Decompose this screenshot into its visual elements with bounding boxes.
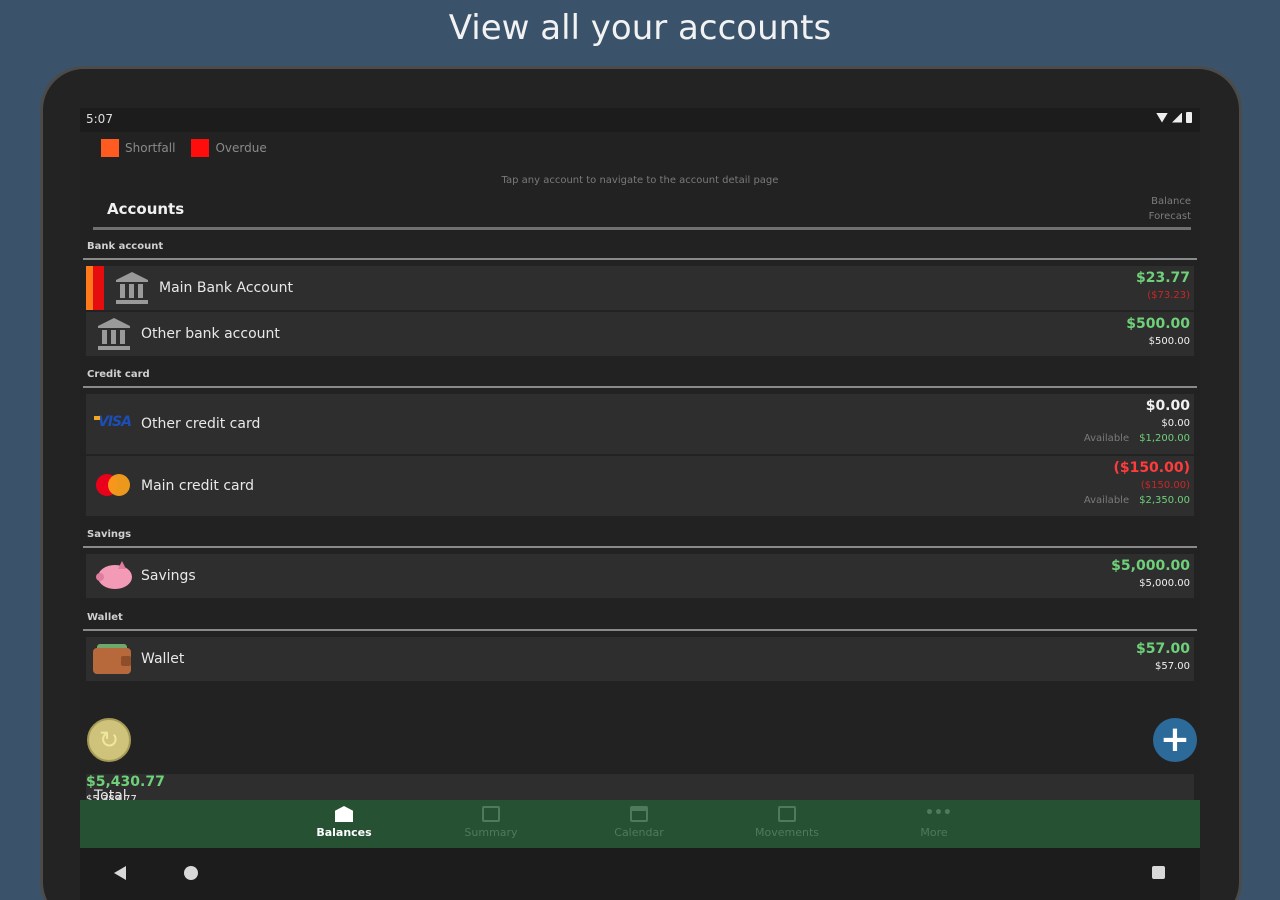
nav-summary[interactable]: Summary — [443, 806, 539, 839]
account-balance: ($150.00) — [1113, 460, 1190, 476]
status-bar: 5:07 — [80, 108, 1200, 132]
promo-headline: View all your accounts — [448, 8, 832, 48]
available-amount: $1,200.00 — [1139, 433, 1190, 444]
legend-overdue: Overdue — [191, 139, 267, 157]
section-savings-label: Savings — [87, 529, 132, 540]
account-name: Main Bank Account — [159, 280, 294, 296]
column-labels: Balance Forecast — [1149, 194, 1191, 224]
refresh-icon: ↻ — [98, 726, 120, 754]
plus-icon: + — [1159, 719, 1191, 760]
account-balance: $5,000.00 — [1111, 558, 1190, 574]
account-values: $0.00 $0.00 Available $1,200.00 — [1084, 398, 1190, 444]
hint-text: Tap any account to navigate to the accou… — [501, 175, 779, 186]
section-divider — [83, 629, 1197, 631]
nav-more[interactable]: ••• More — [886, 806, 982, 839]
section-wallet-label: Wallet — [87, 612, 123, 623]
forecast-column-label: Forecast — [1148, 211, 1191, 222]
system-navigation-bar — [80, 848, 1200, 900]
account-balance: $500.00 — [1126, 316, 1190, 332]
legend-shortfall-label: Shortfall — [125, 141, 176, 155]
recent-apps-icon[interactable] — [1152, 866, 1165, 879]
nav-label: Movements — [755, 826, 819, 839]
add-account-button[interactable]: + — [1153, 718, 1197, 762]
available-label: Available — [1083, 495, 1130, 506]
legend: Shortfall Overdue — [101, 139, 275, 157]
app-screen: 5:07 Shortfall Overdue Tap any account t… — [80, 108, 1200, 900]
calendar-icon — [630, 806, 648, 822]
account-balance: $0.00 — [1145, 398, 1190, 414]
account-balance: $57.00 — [1135, 641, 1190, 657]
status-icons — [1156, 112, 1192, 123]
wifi-icon — [1156, 112, 1168, 123]
account-name: Main credit card — [141, 478, 255, 494]
account-forecast: $5,000.00 — [1139, 578, 1190, 589]
account-forecast: $57.00 — [1155, 661, 1190, 672]
bank-icon — [335, 806, 353, 822]
account-name: Other credit card — [141, 416, 261, 432]
total-balance: $5,430.77 — [86, 774, 165, 790]
section-credit-label: Credit card — [87, 369, 150, 380]
account-values: ($150.00) ($150.00) Available $2,350.00 — [1084, 460, 1190, 506]
battery-icon — [1186, 112, 1192, 123]
legend-overdue-label: Overdue — [215, 141, 267, 155]
account-row-savings[interactable]: Savings $5,000.00 $5,000.00 — [86, 554, 1194, 598]
balance-column-label: Balance — [1151, 196, 1191, 207]
refresh-button[interactable]: ↻ — [87, 718, 131, 762]
available-amount: $2,350.00 — [1139, 495, 1190, 506]
account-row-main-credit[interactable]: Main credit card ($150.00) ($150.00) Ava… — [86, 456, 1194, 516]
signal-icon — [1172, 112, 1182, 123]
accounts-header: Accounts Balance Forecast — [93, 190, 1191, 230]
accounts-title: Accounts — [107, 200, 185, 218]
home-icon[interactable] — [184, 866, 198, 880]
account-values: $23.77 ($73.23) — [1136, 270, 1190, 301]
account-values: $57.00 $57.00 — [1136, 641, 1190, 672]
piggy-bank-icon — [96, 561, 134, 591]
account-forecast: ($150.00) — [1140, 480, 1190, 491]
shortfall-swatch — [101, 139, 119, 157]
account-values: $5,000.00 $5,000.00 — [1111, 558, 1190, 589]
account-available: Available $1,200.00 — [1084, 433, 1190, 444]
nav-label: Balances — [316, 826, 372, 839]
section-divider — [83, 546, 1197, 548]
bank-icon — [116, 272, 148, 304]
bank-icon — [98, 318, 130, 350]
bottom-navigation: Balances Summary Calendar Movements ••• … — [80, 800, 1200, 848]
overdue-indicator — [86, 266, 104, 310]
account-name: Other bank account — [141, 326, 280, 342]
nav-label: More — [920, 826, 948, 839]
account-row-other-credit[interactable]: VISA Other credit card $0.00 $0.00 Avail… — [86, 394, 1194, 454]
more-icon: ••• — [925, 805, 952, 821]
account-available: Available $2,350.00 — [1084, 495, 1190, 506]
wallet-icon — [93, 644, 131, 674]
nav-movements[interactable]: Movements — [739, 806, 835, 839]
account-forecast: ($73.23) — [1147, 290, 1190, 301]
nav-balances[interactable]: Balances — [296, 806, 392, 839]
balances-content: Shortfall Overdue Tap any account to nav… — [83, 132, 1197, 818]
account-forecast: $500.00 — [1148, 336, 1190, 347]
nav-calendar[interactable]: Calendar — [591, 806, 687, 839]
nav-label: Calendar — [614, 826, 664, 839]
section-bank-label: Bank account — [87, 241, 164, 252]
account-balance: $23.77 — [1135, 270, 1190, 286]
legend-shortfall: Shortfall — [101, 139, 175, 157]
nav-label: Summary — [464, 826, 518, 839]
overdue-swatch — [191, 139, 210, 157]
account-row-main-bank[interactable]: Main Bank Account $23.77 ($73.23) — [86, 266, 1194, 310]
movements-icon — [778, 806, 796, 822]
available-label: Available — [1083, 433, 1130, 444]
section-divider — [83, 258, 1197, 260]
account-name: Savings — [141, 568, 196, 584]
visa-icon: VISA — [94, 414, 132, 430]
account-row-wallet[interactable]: Wallet $57.00 $57.00 — [86, 637, 1194, 681]
mastercard-icon — [96, 474, 130, 496]
account-values: $500.00 $500.00 — [1126, 316, 1190, 347]
back-icon[interactable] — [114, 866, 126, 880]
account-row-other-bank[interactable]: Other bank account $500.00 $500.00 — [86, 312, 1194, 356]
status-time: 5:07 — [86, 112, 113, 126]
account-name: Wallet — [141, 651, 185, 667]
section-divider — [83, 386, 1197, 388]
account-forecast: $0.00 — [1161, 418, 1190, 429]
summary-icon — [482, 806, 500, 822]
